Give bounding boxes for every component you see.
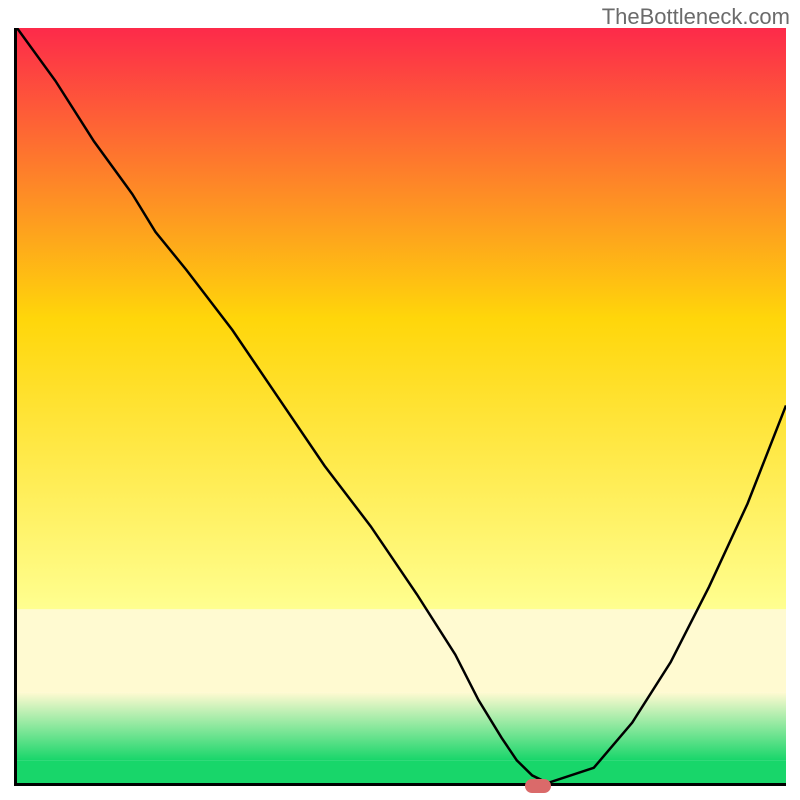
light-band	[17, 609, 786, 692]
optimal-marker	[525, 779, 551, 793]
fade-band	[17, 692, 786, 760]
plot-area	[14, 28, 786, 786]
plot-svg	[17, 28, 786, 783]
attribution-label: TheBottleneck.com	[602, 4, 790, 30]
gradient-region	[17, 28, 786, 609]
green-band	[17, 760, 786, 783]
chart-container: TheBottleneck.com	[0, 0, 800, 800]
